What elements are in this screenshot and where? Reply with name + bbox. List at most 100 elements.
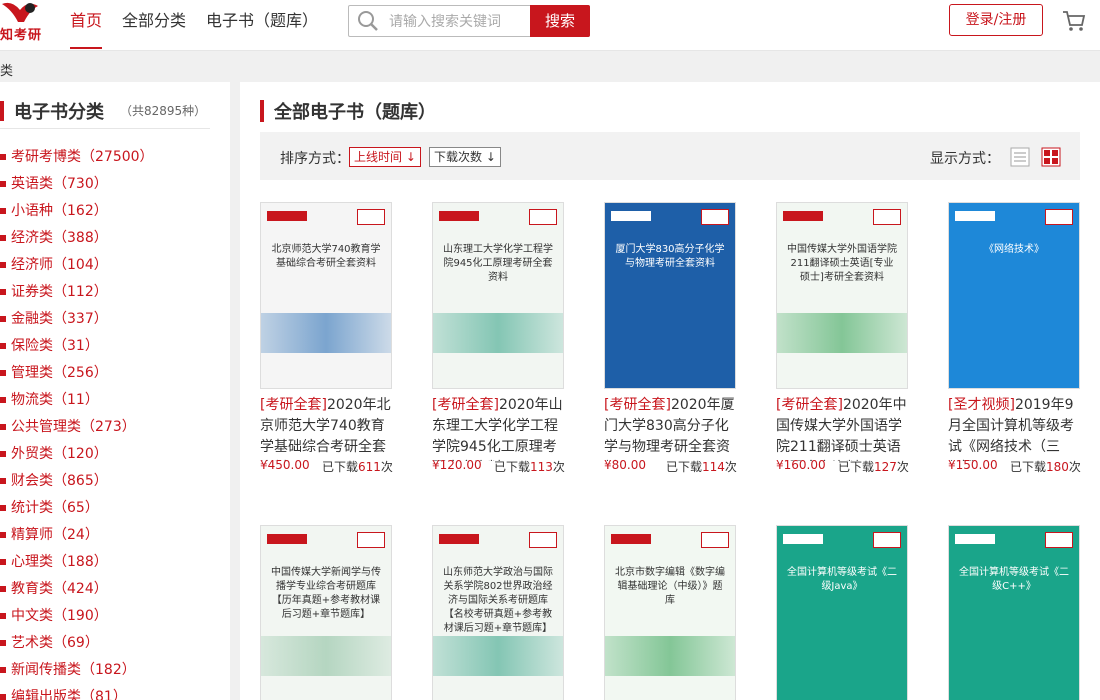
sidebar-category-item[interactable]: 心理类（188） xyxy=(0,551,154,578)
book-tag: [考研全套] xyxy=(604,397,671,413)
bullet-icon xyxy=(0,478,6,484)
site-logo[interactable]: 知考研 xyxy=(0,0,44,46)
bullet-icon xyxy=(0,154,6,160)
bullet-icon xyxy=(0,235,6,241)
page-title: 全部电子书（题库） xyxy=(274,102,436,123)
category-label: 保险类（31） xyxy=(11,338,99,354)
category-label: 新闻传播类（182） xyxy=(11,662,136,678)
sidebar-category-item[interactable]: 编辑出版类（81） xyxy=(0,686,154,700)
book-title-link[interactable]: [考研全套]2020年山东理工大学化学工程学院945化工原理考研全套资料 xyxy=(432,395,564,461)
book-cover[interactable]: 厦门大学830高分子化学与物理考研全套资料 xyxy=(604,202,736,389)
download-count: 已下载611次 xyxy=(322,458,393,475)
sidebar-count: （共82895种） xyxy=(120,104,207,118)
category-label: 精算师（24） xyxy=(11,527,99,543)
search-button[interactable]: 搜索 xyxy=(530,5,590,37)
category-label: 物流类（11） xyxy=(11,392,99,408)
book-tag: [圣才视频] xyxy=(948,397,1015,413)
sort-by-online-time-button[interactable]: 上线时间 ↓ xyxy=(349,147,421,167)
nav-ebooks[interactable]: 电子书（题库） xyxy=(206,0,318,47)
sidebar-category-item[interactable]: 新闻传播类（182） xyxy=(0,659,154,686)
book-title-link[interactable]: [考研全套]2020年中国传媒大学外国语学院211翻译硕士英语考研全套资料 xyxy=(776,395,908,461)
download-count: 已下载114次 xyxy=(666,458,737,475)
sidebar-category-item[interactable]: 小语种（162） xyxy=(0,200,154,227)
cover-title: 厦门大学830高分子化学与物理考研全套资料 xyxy=(615,244,725,269)
bullet-icon xyxy=(0,262,6,268)
qr-code-icon xyxy=(873,532,901,548)
sidebar-category-item[interactable]: 公共管理类（273） xyxy=(0,416,154,443)
book-price: ¥80.00 xyxy=(604,458,646,472)
book-title-link[interactable]: [考研全套]2020年厦门大学830高分子化学与物理考研全套资料 xyxy=(604,395,736,461)
category-label: 小语种（162） xyxy=(11,203,108,219)
cover-title: 北京市数字编辑《数字编辑基础理论（中级）》题库 xyxy=(615,567,725,606)
sidebar-category-item[interactable]: 证券类（112） xyxy=(0,281,154,308)
book-cover[interactable]: 中国传媒大学外国语学院211翻译硕士英语[专业硕士]考研全套资料 xyxy=(776,202,908,389)
qr-code-icon xyxy=(529,532,557,548)
category-label: 经济类（388） xyxy=(11,230,108,246)
category-label: 中文类（190） xyxy=(11,608,108,624)
bullet-icon xyxy=(0,694,6,700)
sidebar-category-item[interactable]: 金融类（337） xyxy=(0,308,154,335)
sidebar-category-item[interactable]: 外贸类（120） xyxy=(0,443,154,470)
book-price: ¥150.00 xyxy=(948,458,998,472)
book-cover[interactable]: 山东师范大学政治与国际关系学院802世界政治经济与国际关系考研题库【名校考研真题… xyxy=(432,525,564,700)
qr-code-icon xyxy=(1045,209,1073,225)
cover-title: 北京师范大学740教育学基础综合考研全套资料 xyxy=(271,244,381,269)
sidebar-category-item[interactable]: 经济类（388） xyxy=(0,227,154,254)
search-box: 搜索 xyxy=(348,5,590,37)
category-label: 教育类（424） xyxy=(11,581,108,597)
bullet-icon xyxy=(0,586,6,592)
category-label: 公共管理类（273） xyxy=(11,419,136,435)
breadcrumb: 类 xyxy=(0,64,14,79)
category-label: 管理类（256） xyxy=(11,365,108,381)
book-cover[interactable]: 全国计算机等级考试《二级C++》 xyxy=(948,525,1080,700)
cart-icon[interactable] xyxy=(1062,9,1086,33)
search-icon xyxy=(358,11,378,31)
sidebar-category-item[interactable]: 管理类（256） xyxy=(0,362,154,389)
cover-title: 山东理工大学化学工程学院945化工原理考研全套资料 xyxy=(443,244,553,283)
sidebar-category-item[interactable]: 考研考博类（27500） xyxy=(0,146,154,173)
sidebar-category-item[interactable]: 英语类（730） xyxy=(0,173,154,200)
sort-toolbar: 排序方式： 上线时间 ↓ 下载次数 ↓ 显示方式： xyxy=(260,132,1080,180)
sidebar-category-item[interactable]: 物流类（11） xyxy=(0,389,154,416)
download-prefix: 已下载 xyxy=(1010,460,1047,474)
bullet-icon xyxy=(0,424,6,430)
cover-decoration xyxy=(605,636,735,676)
cover-decoration xyxy=(949,636,1079,676)
book-cover[interactable]: 北京市数字编辑《数字编辑基础理论（中级）》题库 xyxy=(604,525,736,700)
publisher-logo-icon xyxy=(955,211,995,221)
bullet-icon xyxy=(0,343,6,349)
book-cover[interactable]: 北京师范大学740教育学基础综合考研全套资料 xyxy=(260,202,392,389)
sidebar-category-item[interactable]: 经济师（104） xyxy=(0,254,154,281)
qr-code-icon xyxy=(357,532,385,548)
sort-by-downloads-button[interactable]: 下载次数 ↓ xyxy=(429,147,501,167)
book-cover[interactable]: 全国计算机等级考试《二级Java》 xyxy=(776,525,908,700)
sidebar-category-item[interactable]: 教育类（424） xyxy=(0,578,154,605)
search-input[interactable] xyxy=(387,10,531,34)
publisher-logo-icon xyxy=(955,534,995,544)
sidebar-category-item[interactable]: 精算师（24） xyxy=(0,524,154,551)
sidebar-category-item[interactable]: 中文类（190） xyxy=(0,605,154,632)
top-header: 知考研 首页 全部分类 电子书（题库） 搜索 登录/注册 xyxy=(0,0,1100,51)
book-cover[interactable]: 中国传媒大学新闻学与传播学专业综合考研题库【历年真题+参考教材课后习题+章节题库… xyxy=(260,525,392,700)
sidebar-category-item[interactable]: 统计类（65） xyxy=(0,497,154,524)
book-title-link[interactable]: [考研全套]2020年北京师范大学740教育学基础综合考研全套资料 xyxy=(260,395,392,461)
book-title-link[interactable]: [圣才视频]2019年9月全国计算机等级考试《网络技术（三级）》 xyxy=(948,395,1080,461)
nav-home[interactable]: 首页 xyxy=(70,0,103,49)
sidebar-category-item[interactable]: 保险类（31） xyxy=(0,335,154,362)
cover-decoration xyxy=(433,636,563,676)
sidebar-category-item[interactable]: 财会类（865） xyxy=(0,470,154,497)
cover-title: 《网络技术》 xyxy=(984,244,1044,255)
qr-code-icon xyxy=(1045,532,1073,548)
book-cover[interactable]: 山东理工大学化学工程学院945化工原理考研全套资料 xyxy=(432,202,564,389)
title-accent-bar xyxy=(260,100,264,122)
list-view-icon[interactable] xyxy=(1010,147,1030,167)
login-register-button[interactable]: 登录/注册 xyxy=(949,4,1043,36)
book-cover[interactable]: 《网络技术》 xyxy=(948,202,1080,389)
cover-decoration xyxy=(605,313,735,353)
qr-code-icon xyxy=(701,532,729,548)
grid-view-icon[interactable] xyxy=(1041,147,1061,167)
publisher-logo-icon xyxy=(267,534,307,544)
nav-all-categories[interactable]: 全部分类 xyxy=(122,0,186,47)
category-label: 外贸类（120） xyxy=(11,446,108,462)
sidebar-category-item[interactable]: 艺术类（69） xyxy=(0,632,154,659)
